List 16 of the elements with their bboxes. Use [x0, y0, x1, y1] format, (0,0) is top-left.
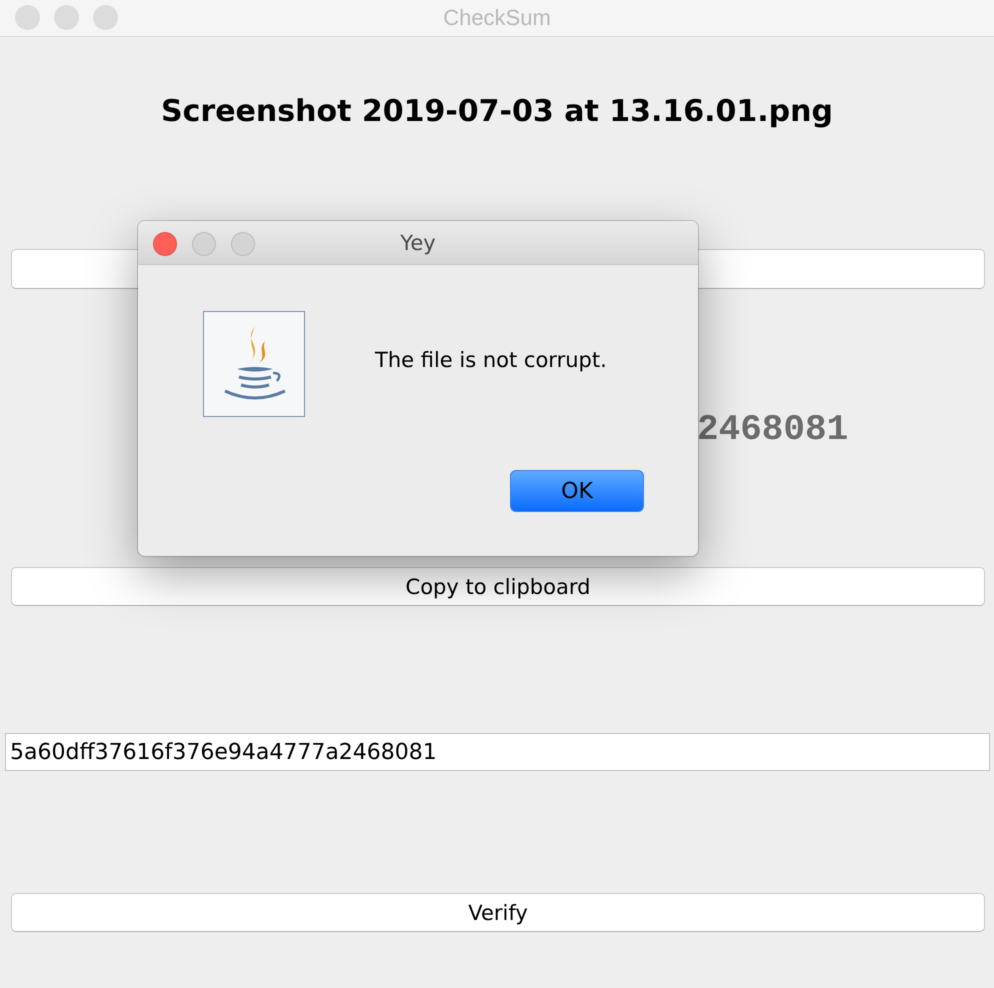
checksum-text: 2468081 [697, 409, 848, 450]
zoom-button[interactable] [231, 232, 255, 256]
action-button[interactable]: Copy to clipboard [11, 567, 985, 606]
dialog-message: The file is not corrupt. [375, 348, 607, 374]
zoom-button[interactable] [93, 5, 118, 30]
dialog-title: Yey [400, 230, 436, 254]
close-button[interactable] [15, 5, 40, 30]
close-button[interactable] [153, 232, 177, 256]
window-title: CheckSum [443, 5, 551, 31]
checksum-input-field[interactable]: 5a60dff37616f376e94a4777a2468081 [5, 733, 990, 771]
minimize-button[interactable] [54, 5, 79, 30]
ok-button[interactable]: OK [510, 470, 644, 512]
minimize-button[interactable] [192, 232, 216, 256]
file-name-heading: Screenshot 2019-07-03 at 13.16.01.png [161, 94, 833, 130]
action-button[interactable]: Verify [11, 893, 985, 932]
coffee-cup-icon [203, 311, 305, 417]
